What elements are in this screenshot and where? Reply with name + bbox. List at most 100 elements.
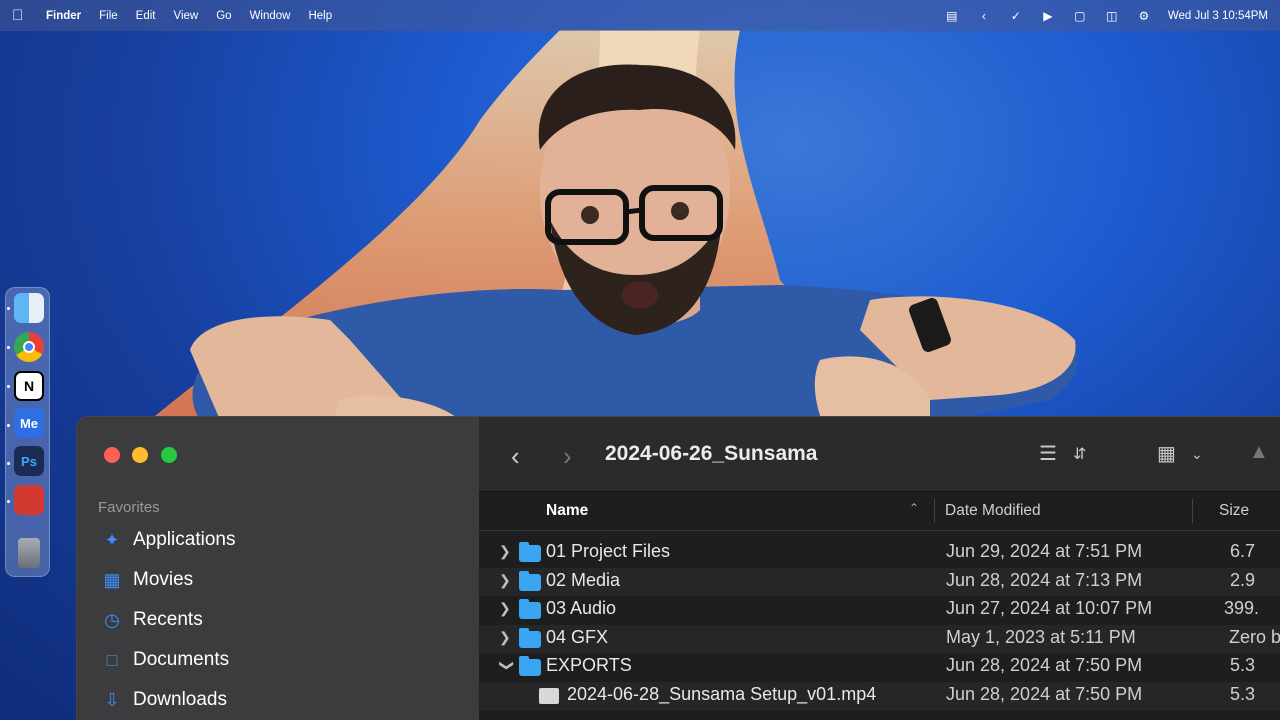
play-box-icon[interactable]: ▶ [1040,9,1056,23]
status-area: ▤ ‹ ✓ ▶ ▢ ◫ ⚙ Wed Jul 3 10:54PM [944,9,1268,23]
column-divider[interactable] [1192,499,1193,523]
close-button[interactable] [104,447,120,463]
menu-view[interactable]: View [174,10,199,22]
column-divider[interactable] [934,499,935,523]
control-center-icon[interactable]: ⚙ [1136,9,1152,23]
file-name: 03 Audio [546,598,617,619]
table-row[interactable]: ❯ 01 Project Files Jun 29, 2024 at 7:51 … [479,539,1280,568]
file-size: 6.7 [1230,541,1256,561]
folder-icon [519,570,541,591]
finder-content: ‹ › 2024-06-26_Sunsama ☰ ⇵ ▦ ⌄ ▲ Name ⌃ … [479,417,1280,720]
notion-app-icon[interactable]: N [14,371,44,401]
photo-booth-app-icon[interactable] [14,485,44,515]
disclosure-chevron-icon[interactable]: ❯ [499,543,511,560]
sidebar-item-downloads[interactable]: ⇩ Downloads [101,689,227,711]
minimize-button[interactable] [132,447,148,463]
disclosure-chevron-icon[interactable]: ❯ [499,629,511,646]
document-icon: □ [106,649,118,670]
menu-go[interactable]: Go [216,10,231,22]
sidebar-item-recents[interactable]: ◷ Recents [101,609,203,631]
back-button[interactable]: ‹ [511,441,520,472]
file-date: Jun 28, 2024 at 7:50 PM [946,683,1143,704]
group-grid-icon[interactable]: ▦ [1157,441,1176,466]
running-indicator [7,307,10,310]
media-encoder-app-icon[interactable]: Me [14,408,44,438]
table-row[interactable]: ❯ 02 Media Jun 28, 2024 at 7:13 PM 2.9 [479,567,1280,597]
chevron-left-icon[interactable]: ‹ [976,9,992,23]
download-icon: ⇩ [104,689,120,710]
file-name: 04 GFX [546,626,609,647]
file-name: 01 Project Files [546,541,671,561]
finder-sidebar: Favorites ✦ Applications ▦ Movies ◷ Rece… [77,417,479,720]
trash-icon[interactable] [18,538,40,568]
battery-icon[interactable]: ◫ [1104,9,1120,23]
applications-icon: ✦ [104,529,120,550]
file-date: Jun 27, 2024 at 10:07 PM [946,598,1153,619]
file-size: 399. [1224,598,1260,619]
sidebar-item-documents[interactable]: □ Documents [101,649,230,671]
forward-button[interactable]: › [563,441,572,472]
running-indicator [7,424,10,427]
menu-file[interactable]: File [99,10,118,22]
favorites-header: Favorites [98,499,160,516]
table-row[interactable]: ❯ 04 GFX May 1, 2023 at 5:11 PM Zero b [479,624,1280,654]
column-size[interactable]: Size [1219,502,1249,520]
sort-chevron-icon[interactable]: ⇵ [1073,444,1086,464]
file-date: Jun 28, 2024 at 7:13 PM [946,569,1143,590]
sidebar-item-label: Applications [133,529,236,550]
folder-icon [519,599,541,620]
folder-icon [519,542,541,562]
file-date: Jun 29, 2024 at 7:51 PM [946,541,1143,561]
menu-finder[interactable]: Finder [46,10,81,22]
running-indicator [7,385,10,388]
clock-icon: ◷ [104,609,120,630]
sidebar-item-applications[interactable]: ✦ Applications [101,529,235,551]
sidebar-item-movies[interactable]: ▦ Movies [101,569,193,591]
sidebar-item-label: Movies [133,569,194,590]
running-indicator [7,500,10,503]
file-name: 2024-06-28_Sunsama Setup_v01.mp4 [567,683,877,704]
file-date: May 1, 2023 at 5:11 PM [946,626,1136,647]
photoshop-app-icon[interactable]: Ps [14,446,44,476]
table-row[interactable]: 2024-06-28_Sunsama Setup_v01.mp4 Jun 28,… [479,681,1280,711]
file-size: Zero b [1229,626,1280,647]
disclosure-chevron-icon[interactable]: ❯ [499,600,511,617]
finder-app-icon[interactable] [14,293,44,323]
folder-icon [519,627,541,648]
sort-ascending-icon[interactable]: ⌃ [909,501,919,515]
menu-window[interactable]: Window [250,10,291,22]
menu-bar:  Finder File Edit View Go Window Help ▤… [0,0,1280,31]
running-indicator [7,346,10,349]
menu-help[interactable]: Help [308,10,332,22]
chrome-app-icon[interactable] [14,332,44,362]
screen-recording-icon[interactable]: ▢ [1072,9,1088,23]
chevron-down-icon[interactable]: ⌄ [1191,446,1203,463]
list-view-icon[interactable]: ☰ [1039,441,1057,466]
file-size: 5.3 [1230,655,1256,676]
dock: N Me Ps [5,287,50,577]
disclosure-chevron-expanded-icon[interactable]: ❯ [498,660,515,672]
folder-icon [519,656,541,677]
menubar-clock[interactable]: Wed Jul 3 10:54PM [1168,10,1268,22]
file-size: 2.9 [1230,569,1256,590]
share-icon[interactable]: ▲ [1249,441,1269,464]
file-name: EXPORTS [546,655,632,676]
film-icon: ▦ [103,569,121,590]
zoom-button[interactable] [161,447,177,463]
file-date: Jun 28, 2024 at 7:50 PM [946,655,1143,676]
bed-icon[interactable]: ▤ [944,9,960,23]
table-row[interactable]: ❯ EXPORTS Jun 28, 2024 at 7:50 PM 5.3 [479,653,1280,682]
column-name[interactable]: Name [546,502,588,520]
finder-toolbar: ‹ › 2024-06-26_Sunsama ☰ ⇵ ▦ ⌄ ▲ [479,417,1280,492]
checkmark-circle-icon[interactable]: ✓ [1008,9,1024,23]
sidebar-item-label: Downloads [133,689,227,710]
column-date-modified[interactable]: Date Modified [945,502,1041,520]
apple-logo-icon[interactable]:  [12,7,32,24]
menu-edit[interactable]: Edit [136,10,156,22]
disclosure-chevron-icon[interactable]: ❯ [499,572,511,589]
file-list: ❯ 01 Project Files Jun 29, 2024 at 7:51 … [479,539,1280,711]
file-size: 5.3 [1230,683,1256,704]
table-row[interactable]: ❯ 03 Audio Jun 27, 2024 at 10:07 PM 399. [479,596,1280,625]
file-name: 02 Media [546,569,621,590]
window-title: 2024-06-26_Sunsama [605,442,818,465]
